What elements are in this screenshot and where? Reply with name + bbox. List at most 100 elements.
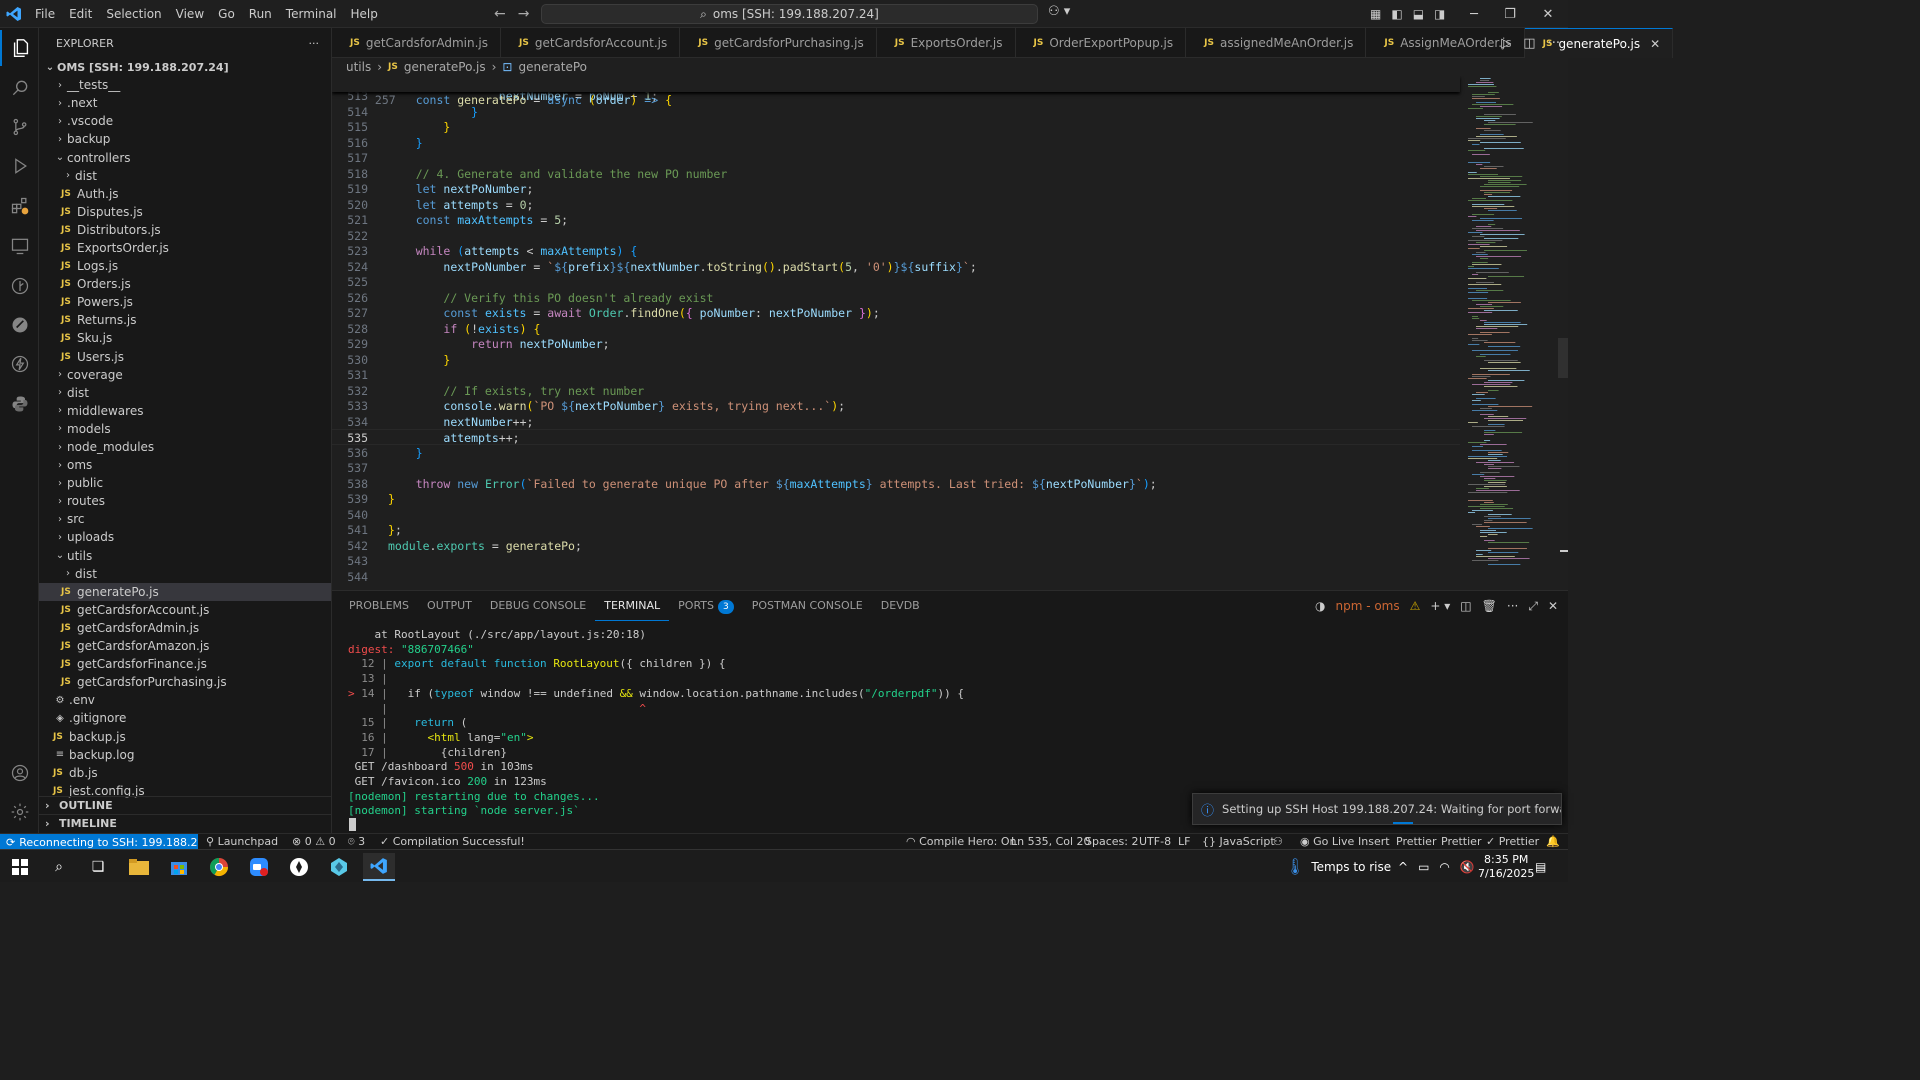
go-live-item[interactable]: ◉ Go Live	[1300, 834, 1354, 850]
toggle-sidebar-icon[interactable]: ◧	[1391, 7, 1402, 21]
indentation[interactable]: Spaces: 2	[1085, 834, 1138, 850]
cursor-app-icon[interactable]	[283, 853, 315, 881]
cursor-position[interactable]: Ln 535, Col 20	[1011, 834, 1091, 850]
tree-folder[interactable]: › .vscode	[39, 112, 331, 130]
extensions-icon[interactable]	[0, 188, 39, 224]
accounts-icon[interactable]	[0, 755, 39, 791]
workspace-root[interactable]: ⌄ OMS [SSH: 199.188.207.24]	[39, 58, 331, 76]
back-arrow-icon[interactable]: ←	[494, 6, 506, 22]
menu-item-help[interactable]: Help	[344, 0, 385, 28]
app-icon[interactable]	[323, 853, 355, 881]
panel-tab-problems[interactable]: PROBLEMS	[340, 591, 418, 621]
notifications-bell-icon[interactable]: 🔔	[1546, 834, 1560, 850]
remote-indicator[interactable]: ⟳ Reconnecting to SSH: 199.188.207.24...	[0, 834, 198, 850]
new-terminal-icon[interactable]: + ▾	[1430, 599, 1450, 613]
more-actions-icon[interactable]: ···	[309, 37, 320, 50]
compile-hero-item[interactable]: ◠ Compile Hero: On	[906, 834, 1016, 850]
menu-item-file[interactable]: File	[28, 0, 62, 28]
tree-file[interactable]: JS Distributors.js	[39, 221, 331, 239]
menu-item-edit[interactable]: Edit	[62, 0, 99, 28]
forward-arrow-icon[interactable]: →	[518, 6, 530, 22]
prettier-item-3[interactable]: ✓ Prettier	[1486, 834, 1539, 850]
chrome-icon[interactable]	[203, 853, 235, 881]
breadcrumb-folder[interactable]: utils	[346, 60, 371, 74]
run-icon[interactable]: ▷	[1501, 36, 1511, 51]
tree-file[interactable]: JS getCardsforAccount.js	[39, 601, 331, 619]
tree-file[interactable]: JS backup.js	[39, 727, 331, 745]
tree-file[interactable]: ≡ backup.log	[39, 746, 331, 764]
panel-tab-ports[interactable]: PORTS 3	[669, 591, 743, 621]
tree-file[interactable]: ⚙ .env	[39, 691, 331, 709]
zoom-icon[interactable]	[243, 853, 275, 881]
terminal-name[interactable]: npm - oms	[1335, 599, 1399, 613]
editor-scrollbar[interactable]	[1558, 76, 1568, 590]
tree-folder[interactable]: › dist	[39, 565, 331, 583]
panel-tab-devdb[interactable]: DEVDB	[872, 591, 929, 621]
tree-folder[interactable]: › public	[39, 474, 331, 492]
menu-item-selection[interactable]: Selection	[99, 0, 168, 28]
tree-file[interactable]: JS Returns.js	[39, 311, 331, 329]
tree-folder[interactable]: › __tests__	[39, 76, 331, 94]
problems-item[interactable]: ⊗ 0 ⚠ 0	[292, 834, 336, 850]
remote-explorer-icon[interactable]	[0, 228, 39, 264]
editor-tab[interactable]: JS getCardsforAdmin.js	[332, 28, 502, 58]
gitlens-icon[interactable]	[0, 268, 39, 304]
panel-tab-terminal[interactable]: TERMINAL	[595, 591, 670, 621]
tree-file[interactable]: JS Powers.js	[39, 293, 331, 311]
end-of-line[interactable]: LF	[1178, 834, 1190, 850]
menu-item-go[interactable]: Go	[211, 0, 242, 28]
tree-folder[interactable]: › models	[39, 420, 331, 438]
tree-folder[interactable]: › .next	[39, 94, 331, 112]
encoding[interactable]: UTF-8	[1139, 834, 1171, 850]
kill-terminal-icon[interactable]: 🗑	[1482, 599, 1497, 613]
language-mode[interactable]: {} JavaScript	[1202, 834, 1275, 850]
prettier-item-1[interactable]: Prettier	[1396, 834, 1436, 850]
file-explorer-icon[interactable]	[123, 853, 155, 881]
minimize-icon[interactable]: ─	[1456, 0, 1492, 28]
close-panel-icon[interactable]: ✕	[1548, 599, 1558, 613]
explorer-icon[interactable]	[0, 30, 39, 66]
close-window-icon[interactable]: ✕	[1530, 0, 1566, 28]
ports-item[interactable]: ⌾ 3	[348, 834, 365, 850]
editor-tab[interactable]: JS ExportsOrder.js	[877, 28, 1016, 58]
more-actions-icon[interactable]: ···	[1507, 599, 1518, 613]
tree-folder[interactable]: › oms	[39, 456, 331, 474]
tree-folder[interactable]: › dist	[39, 384, 331, 402]
menu-item-view[interactable]: View	[169, 0, 211, 28]
copilot-icon[interactable]: ⚇ ▾	[1048, 4, 1070, 19]
breadcrumb-symbol[interactable]: generatePo	[518, 60, 587, 74]
editor-tab[interactable]: JS OrderExportPopup.js	[1016, 28, 1187, 58]
thunder-client-icon[interactable]	[0, 346, 39, 382]
outline-section[interactable]: › OUTLINE	[39, 796, 331, 814]
restore-icon[interactable]: ❐	[1492, 0, 1528, 28]
tree-file[interactable]: JS getCardsforFinance.js	[39, 655, 331, 673]
command-center[interactable]: ⌕ oms [SSH: 199.188.207.24]	[541, 4, 1038, 24]
windows-start-icon[interactable]	[4, 853, 36, 881]
tree-file[interactable]: JS Disputes.js	[39, 203, 331, 221]
tree-folder[interactable]: › middlewares	[39, 402, 331, 420]
vscode-taskbar-icon[interactable]	[363, 853, 395, 881]
breadcrumb-file[interactable]: generatePo.js	[404, 60, 486, 74]
tree-file[interactable]: JS ExportsOrder.js	[39, 239, 331, 257]
python-icon[interactable]	[0, 386, 39, 422]
tree-folder[interactable]: › routes	[39, 492, 331, 510]
panel-tab-postman-console[interactable]: POSTMAN CONSOLE	[743, 591, 872, 621]
task-view-icon[interactable]: ❏	[82, 853, 114, 881]
tree-file[interactable]: JS db.js	[39, 764, 331, 782]
tree-folder[interactable]: ⌄ controllers	[39, 148, 331, 166]
code-editor[interactable]: 257 const generatePo = async (order) => {…	[332, 76, 1568, 590]
tree-folder[interactable]: › src	[39, 510, 331, 528]
panel-tab-output[interactable]: OUTPUT	[418, 591, 481, 621]
postman-icon[interactable]	[0, 307, 39, 343]
battery-icon[interactable]: ▭	[1418, 860, 1429, 874]
copilot-status-icon[interactable]: ⚇	[1273, 834, 1283, 850]
source-control-icon[interactable]	[0, 109, 39, 145]
weather-widget[interactable]: 🌡 Temps to rise	[1285, 850, 1391, 883]
minimap[interactable]	[1460, 76, 1556, 590]
tree-file[interactable]: JS Auth.js	[39, 185, 331, 203]
editor-tab[interactable]: JS getCardsforPurchasing.js	[680, 28, 877, 58]
launchpad-item[interactable]: ⚲ Launchpad	[206, 834, 278, 850]
tree-folder[interactable]: › coverage	[39, 366, 331, 384]
tree-file[interactable]: JS getCardsforAmazon.js	[39, 637, 331, 655]
tree-file[interactable]: JS Logs.js	[39, 257, 331, 275]
